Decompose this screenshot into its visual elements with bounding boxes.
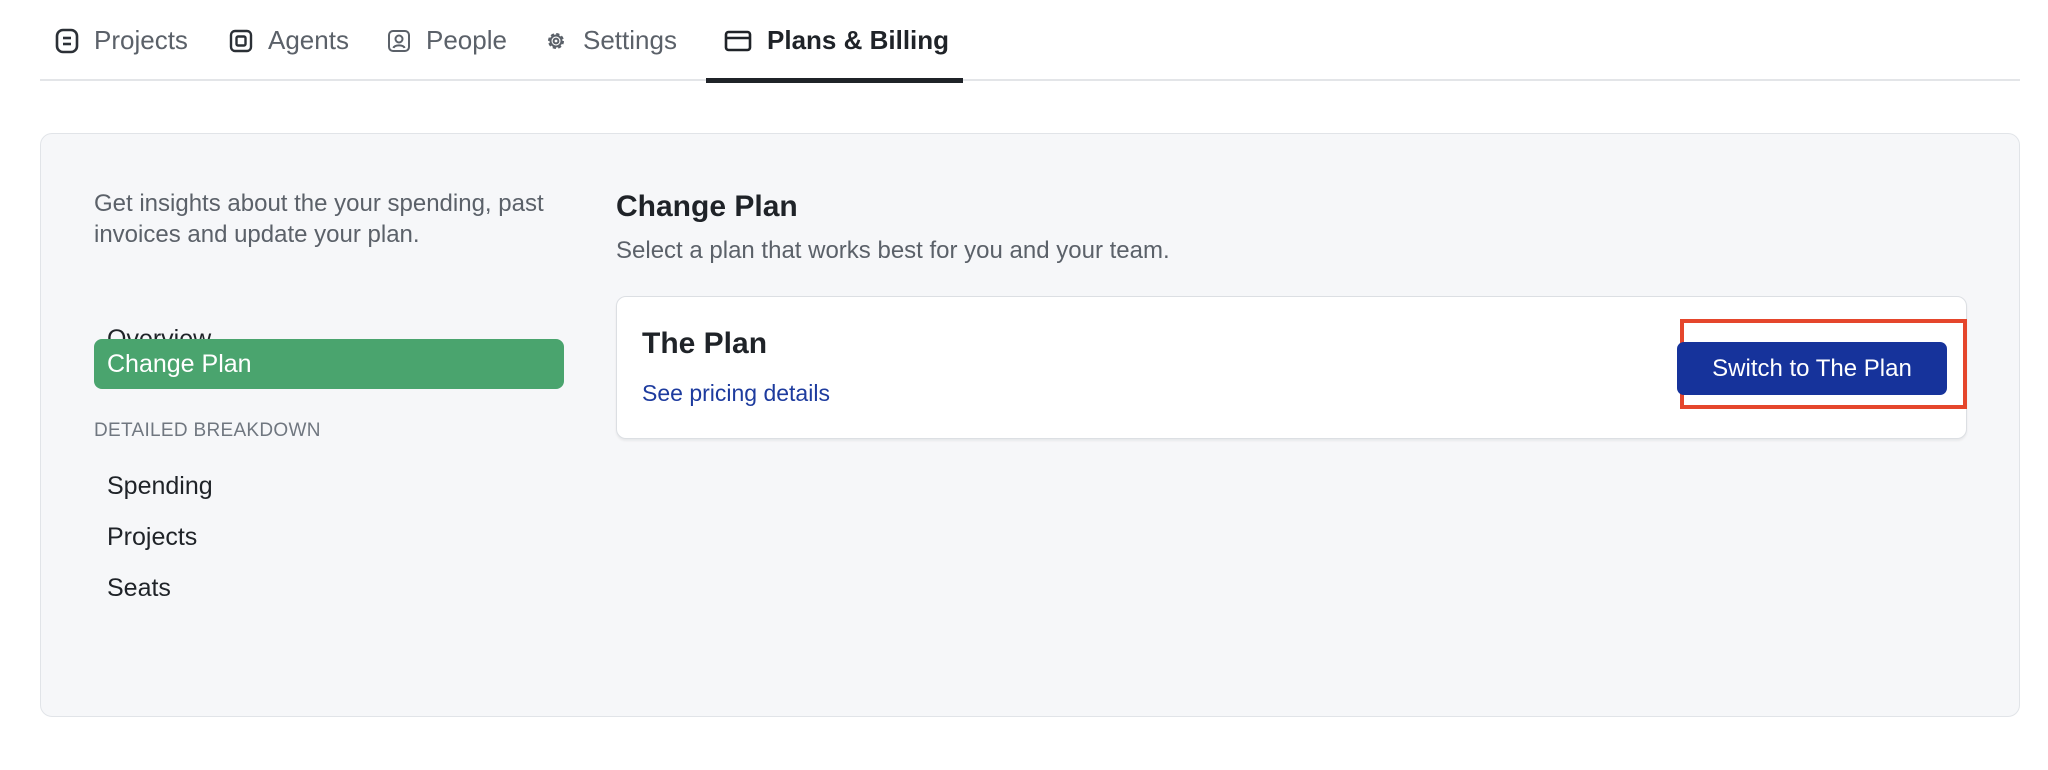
agents-icon	[228, 28, 254, 54]
tab-plans-billing[interactable]: Plans & Billing	[705, 0, 964, 83]
tab-agents[interactable]: Agents	[228, 0, 349, 81]
gear-icon	[543, 28, 569, 54]
sidebar-item-seats[interactable]: Seats	[94, 563, 564, 613]
page-title: Change Plan	[616, 190, 798, 223]
tab-projects[interactable]: Projects	[54, 0, 188, 81]
sidebar-item-label: Seats	[107, 573, 171, 602]
sidebar-item-spending[interactable]: Spending	[94, 461, 564, 511]
sidebar-item-projects[interactable]: Projects	[94, 512, 564, 562]
switch-plan-button[interactable]: Switch to The Plan	[1677, 342, 1947, 395]
plan-card: The Plan See pricing details Switch to T…	[616, 296, 1967, 439]
billing-panel: Get insights about the your spending, pa…	[40, 133, 2020, 717]
sidebar-item-change-plan[interactable]: Change Plan	[94, 339, 564, 389]
tab-label: Agents	[268, 25, 349, 55]
sidebar-item-label: Spending	[107, 471, 213, 500]
section-label-detailed-breakdown: DETAILED BREAKDOWN	[94, 420, 321, 441]
credit-card-icon	[723, 28, 753, 54]
tab-people[interactable]: People	[386, 0, 507, 81]
see-pricing-details-link[interactable]: See pricing details	[642, 380, 830, 407]
tab-settings[interactable]: Settings	[543, 0, 677, 81]
tab-label: People	[426, 25, 507, 55]
tab-label: Projects	[94, 25, 188, 55]
top-tab-bar: Projects Agents People Settings Plans & …	[40, 0, 2020, 83]
projects-icon	[54, 28, 80, 54]
sidebar-intro-text: Get insights about the your spending, pa…	[94, 190, 544, 248]
tab-label: Settings	[583, 25, 677, 55]
plan-name: The Plan	[642, 327, 768, 360]
sidebar-item-label: Projects	[107, 522, 198, 551]
tab-label: Plans & Billing	[767, 25, 950, 55]
page-subtitle: Select a plan that works best for you an…	[616, 237, 1170, 264]
sidebar-item-label: Change Plan	[107, 349, 252, 378]
people-icon	[386, 28, 412, 54]
